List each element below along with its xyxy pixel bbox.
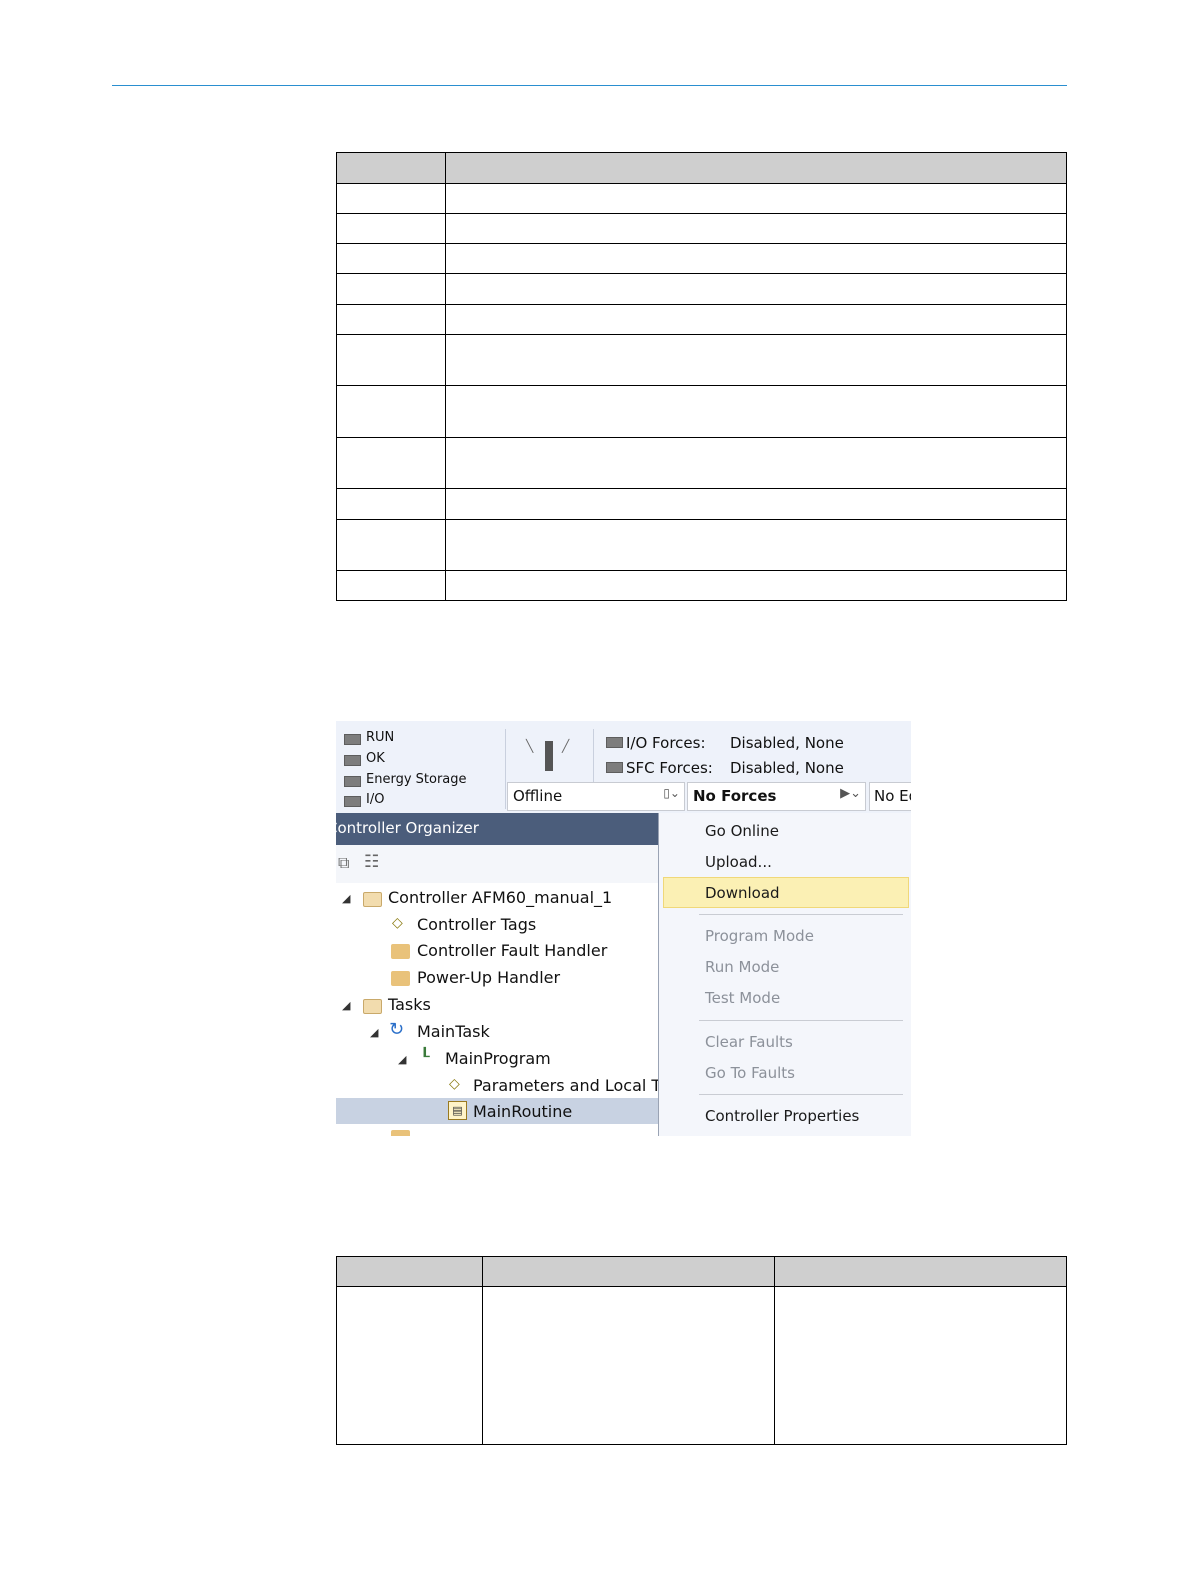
forces-value: No Forces [693, 787, 777, 805]
table-row [336, 385, 1067, 438]
table-row [336, 437, 1067, 489]
table-header-row [336, 152, 1067, 184]
led-label: RUN [366, 730, 395, 745]
menu-item-upload[interactable]: Upload... [705, 853, 772, 871]
status-toolbar: RUN OK Energy Storage I/O ╲ ╱ I/O Forces… [336, 721, 911, 813]
table-row [336, 1286, 1067, 1445]
menu-item-download[interactable]: Download [705, 884, 780, 902]
collapse-all-icon[interactable]: ⧉ [338, 853, 349, 873]
organizer-toolbar: ⧉ ☷ [336, 845, 658, 883]
tag-icon: ◇ [392, 915, 403, 931]
led-label: OK [366, 751, 385, 766]
tag-icon: ◇ [449, 1076, 460, 1092]
keyswitch-tick-left-icon: ╲ [526, 739, 534, 753]
table-row [336, 183, 1067, 214]
expand-icon[interactable]: ◢ [342, 892, 350, 905]
table-row [336, 213, 1067, 244]
mode-dropdown-icon[interactable]: ▯⌄ [663, 786, 680, 800]
table-row [336, 519, 1067, 571]
list-view-icon[interactable]: ☷ [364, 852, 379, 872]
ok-led-icon [344, 755, 361, 766]
menu-item-go-online[interactable]: Go Online [705, 822, 779, 840]
table-row [336, 570, 1067, 601]
mode-value: Offline [513, 787, 563, 805]
table-row [336, 243, 1067, 274]
mode-dropdown[interactable]: Offline ▯⌄ [507, 782, 685, 811]
menu-item-controller-properties[interactable]: Controller Properties [705, 1107, 859, 1125]
run-led-icon [344, 734, 361, 745]
continuous-task-icon: ↻ [389, 1019, 405, 1040]
tree-item-tasks[interactable]: Tasks [388, 995, 431, 1014]
io-forces-led-icon [606, 737, 623, 748]
header-cell [482, 1256, 775, 1287]
organizer-header: Controller Organizer [336, 813, 658, 845]
expand-icon[interactable]: ◢ [342, 999, 350, 1012]
tasks-folder-icon [363, 999, 382, 1014]
organizer-title: Controller Organizer [336, 819, 479, 837]
header-cell [774, 1256, 1067, 1287]
folder-icon [391, 1130, 410, 1136]
led-label: I/O [366, 792, 385, 807]
table-header-row [336, 1256, 1067, 1287]
tree-item-fault-handler[interactable]: Controller Fault Handler [417, 941, 607, 960]
table-row [336, 273, 1067, 305]
menu-item-go-to-faults[interactable]: Go To Faults [705, 1064, 795, 1082]
table-row [336, 488, 1067, 520]
folder-icon [391, 944, 410, 959]
expand-icon[interactable]: ◢ [370, 1026, 378, 1039]
controller-keyswitch-icon [545, 741, 553, 771]
menu-item-run-mode[interactable]: Run Mode [705, 958, 779, 976]
controller-context-menu: Go Online Upload... Download Program Mod… [658, 813, 911, 1136]
folder-icon [391, 971, 410, 986]
tree-item-parameters[interactable]: Parameters and Local Ta [473, 1076, 668, 1095]
table-row [336, 304, 1067, 335]
forces-dropdown[interactable]: No Forces ▶⌄ [687, 782, 866, 811]
header-cell [336, 1256, 483, 1287]
io-forces-value: Disabled, None [730, 734, 844, 752]
led-label: Energy Storage [366, 772, 467, 787]
table-1 [336, 152, 1067, 601]
io-forces-label: I/O Forces: [626, 734, 706, 752]
tree-item-main-routine[interactable]: MainRoutine [473, 1102, 572, 1121]
forces-dropdown-icon[interactable]: ▶⌄ [840, 786, 861, 801]
tree-item-controller[interactable]: Controller AFM60_manual_1 [388, 888, 612, 907]
table-2 [336, 1256, 1067, 1445]
menu-highlight [663, 877, 909, 908]
tree-item-power-up-handler[interactable]: Power-Up Handler [417, 968, 560, 987]
header-cell [336, 152, 446, 184]
menu-item-program-mode[interactable]: Program Mode [705, 927, 814, 945]
tree-item-main-program[interactable]: MainProgram [445, 1049, 551, 1068]
keyswitch-tick-right-icon: ╱ [562, 739, 570, 753]
tree-item-controller-tags[interactable]: Controller Tags [417, 915, 536, 934]
sfc-forces-led-icon [606, 762, 623, 773]
ladder-routine-icon: ▤ [448, 1101, 467, 1120]
menu-item-test-mode[interactable]: Test Mode [705, 989, 780, 1007]
io-led-icon [344, 796, 361, 807]
sfc-forces-label: SFC Forces: [626, 759, 713, 777]
edits-value: No Ed [874, 787, 911, 805]
header-rule [112, 85, 1067, 86]
table-row [336, 334, 1067, 386]
program-icon: ┖ [420, 1047, 430, 1066]
controller-folder-icon [363, 892, 382, 907]
tree-item-main-task[interactable]: MainTask [417, 1022, 490, 1041]
expand-icon[interactable]: ◢ [398, 1053, 406, 1066]
header-cell [445, 152, 1067, 184]
edits-dropdown[interactable]: No Ed [869, 782, 911, 811]
sfc-forces-value: Disabled, None [730, 759, 844, 777]
software-screenshot: RUN OK Energy Storage I/O ╲ ╱ I/O Forces… [336, 721, 911, 1136]
menu-item-clear-faults[interactable]: Clear Faults [705, 1033, 793, 1051]
energy-storage-led-icon [344, 776, 361, 787]
